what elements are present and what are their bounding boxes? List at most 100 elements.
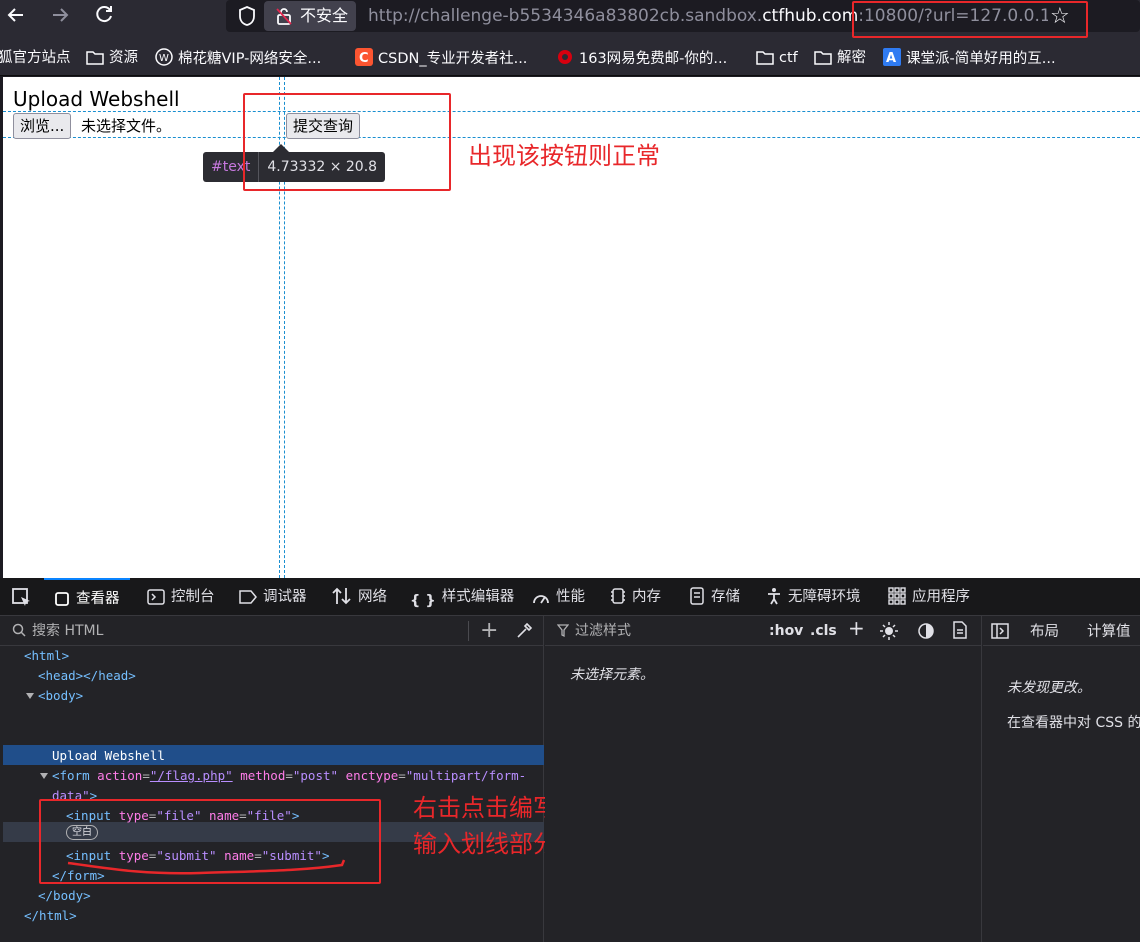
debugger-icon [239,590,257,604]
tab-label: 无障碍环境 [788,589,861,605]
add-node-button[interactable]: + [480,618,498,643]
reload-icon [96,6,112,23]
inspector-icon [55,592,69,606]
svg-text:W: W [159,53,169,64]
body-open-tag[interactable]: <body> [38,686,83,706]
bookmark-ctf[interactable]: ctf [756,48,798,68]
security-indicator[interactable]: 不安全 [264,1,357,31]
no-element-message: 未选择元素。 [570,667,654,683]
head-tag[interactable]: <head></head> [38,666,136,686]
forward-arrow-icon [53,8,69,22]
text-node[interactable]: Upload Webshell [52,746,165,766]
side-panel: 布局 计算值 未发现更改。 在查看器中对 CSS 的 [983,616,1140,942]
tab-network[interactable]: 网络 [332,578,387,616]
url-domain: ctfhub.com [762,6,859,26]
body-close-tag[interactable]: </body> [38,886,91,906]
tab-accessibility[interactable]: 无障碍环境 [766,578,861,616]
bookmark-label: 棉花糖VIP-网络安全... [178,51,322,67]
bookmarks-bar: 狐官方站点 资源 W 棉花糖VIP-网络安全... C CSDN_专业开发者社...… [0,40,1140,76]
cls-toggle[interactable]: .cls [810,621,837,641]
rules-view: :hov .cls + 未选择元素。 [545,616,982,942]
bookmark-firefox[interactable]: 狐官方站点 [0,48,71,68]
shield-icon[interactable] [236,5,258,27]
insecure-lock-icon [276,8,292,25]
console-icon [147,589,165,605]
ketangpai-icon: A [883,48,901,66]
guide-line-horizontal [3,111,1140,112]
browse-file-button[interactable]: 浏览... [13,113,72,139]
network-icon [332,587,351,605]
folder-icon [814,51,832,65]
tab-style-editor[interactable]: { } 样式编辑器 [410,578,514,616]
tab-debugger[interactable]: 调试器 [239,578,307,616]
file-status-text: 未选择文件。 [81,117,172,135]
tab-computed[interactable]: 计算值 [1087,620,1131,641]
folder-icon [86,51,104,65]
bookmark-resources[interactable]: 资源 [86,48,138,68]
folder-icon [756,51,774,65]
bookmark-label: 163网易免费邮-你的... [579,51,728,67]
tab-memory[interactable]: 内存 [610,578,661,616]
expand-twisty-icon[interactable] [26,693,34,699]
element-picker-icon[interactable] [10,586,34,610]
svg-text:C: C [359,51,369,66]
memory-icon [611,588,625,604]
bookmark-label: CSDN_专业开发者社... [378,51,528,67]
eyedropper-icon[interactable] [515,622,533,640]
url-prefix: http://challenge-b5534346a83802cb.sandbo… [368,6,763,26]
form-open-tag[interactable]: <form action="/flag.php" method="post" e… [52,766,526,786]
tab-label: 内存 [632,589,661,605]
tab-label: 调试器 [263,589,307,605]
bookmark-163mail[interactable]: 163网易免费邮-你的... [556,48,727,68]
side-tabbar: 布局 计算值 [983,616,1140,646]
tab-label: 查看器 [76,591,120,607]
bookmark-mianhuatang[interactable]: W 棉花糖VIP-网络安全... [155,48,321,68]
filter-icon [557,624,569,638]
storage-icon [690,587,704,605]
back-button[interactable] [2,4,30,28]
bookmark-ketangpai[interactable]: A 课堂派-简单好用的互... [883,48,1056,68]
submit-highlight-box [243,93,451,191]
style-filter-row: :hov .cls + [545,616,982,646]
add-rule-button[interactable]: + [848,618,865,638]
html-open-tag[interactable]: <html> [24,646,69,666]
expand-twisty-icon[interactable] [40,773,48,779]
style-filter-input[interactable] [573,620,773,642]
scribble-underline [67,859,346,875]
page-viewport: Upload Webshell 浏览... 未选择文件。 提交查询 #text 4… [3,77,1140,578]
devtools-tabbar: 查看器 控制台 调试器 网络 { } 样式编辑器 性能 内存 存储 无障碍环境 应… [0,578,1140,616]
html-close-tag[interactable]: </html> [24,906,77,926]
hov-toggle[interactable]: :hov [769,621,803,641]
html-search-input[interactable] [30,620,460,642]
tab-label: 存储 [711,589,740,605]
bookmark-csdn[interactable]: C CSDN_专业开发者社... [355,48,527,68]
tab-console[interactable]: 控制台 [147,578,215,616]
html-search-row: + [0,616,544,646]
forward-button[interactable] [46,4,74,28]
tab-storage[interactable]: 存储 [689,578,740,616]
print-media-icon[interactable] [952,621,968,639]
annotation-text: 出现该按钮则正常 [468,142,660,170]
tab-label: 应用程序 [912,589,970,605]
no-changes-message: 未发现更改。 [1007,680,1091,696]
tab-layout[interactable]: 布局 [1030,620,1059,641]
toggle-panel-icon[interactable] [991,623,1009,639]
svg-text:A: A [886,51,896,66]
light-theme-icon[interactable] [880,622,898,640]
bookmark-label: 狐官方站点 [0,50,71,66]
devtools-panel: 查看器 控制台 调试器 网络 { } 样式编辑器 性能 内存 存储 无障碍环境 应… [0,578,1140,942]
security-label: 不安全 [300,6,349,25]
netease-icon [558,50,572,64]
wordpress-icon: W [155,48,173,66]
tab-inspector[interactable]: 查看器 [44,578,130,616]
dark-theme-icon[interactable] [917,622,935,640]
bookmark-decrypt[interactable]: 解密 [814,48,866,68]
tab-performance[interactable]: 性能 [532,578,585,616]
bookmark-label: 课堂派-简单好用的互... [906,51,1056,67]
browser-toolbar: 不安全 http://challenge-b5534346a83802cb.sa… [0,0,1140,40]
search-icon [12,623,26,637]
tab-application[interactable]: 应用程序 [888,578,970,616]
performance-icon [533,595,549,604]
tab-label: 控制台 [171,589,215,605]
reload-button[interactable] [90,4,118,28]
